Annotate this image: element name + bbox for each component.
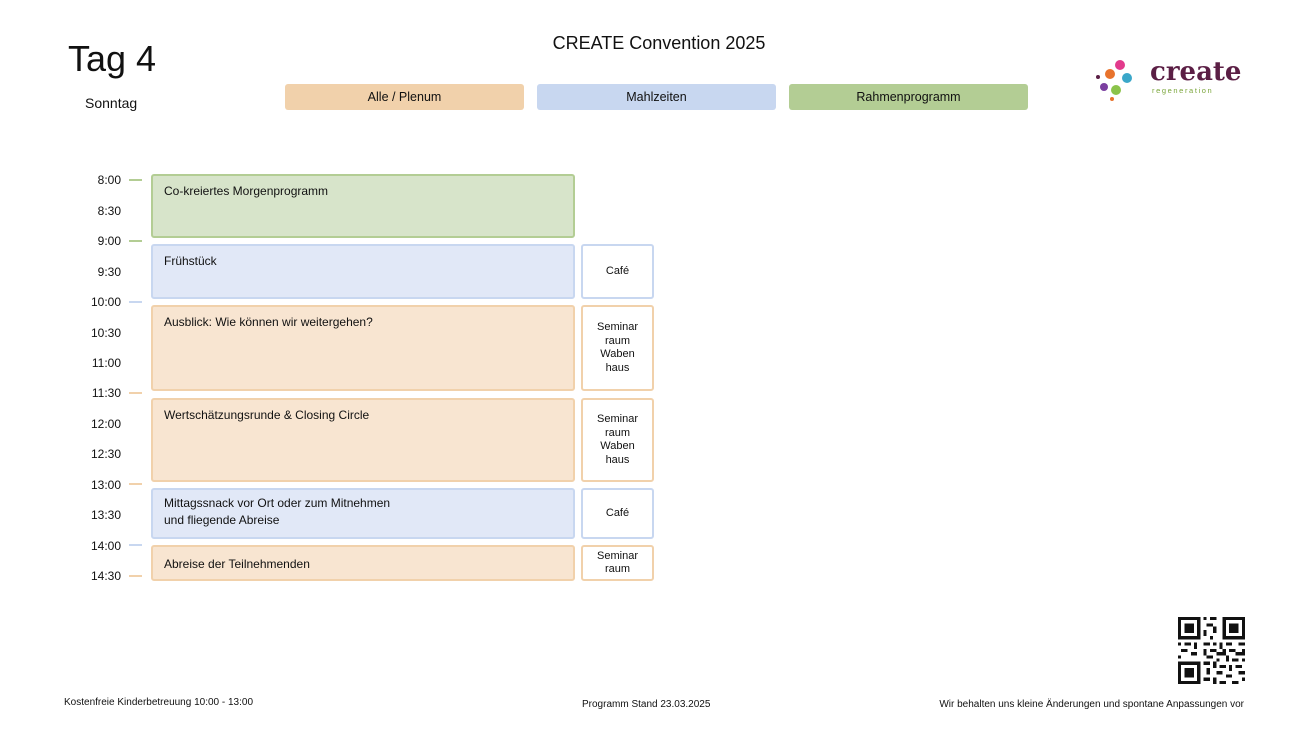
room-seminar-waben: Seminar raum Waben haus <box>581 305 654 391</box>
time-label: 12:00 <box>90 417 121 431</box>
day-name: Sonntag <box>85 95 138 111</box>
time-label: 13:00 <box>90 478 121 492</box>
convention-title: CREATE Convention 2025 <box>552 33 766 53</box>
room-label-line: haus <box>605 453 630 466</box>
event-morning-program[interactable]: Co-kreiertes Morgenprogramm <box>151 174 575 238</box>
room-label-line: Seminar <box>597 549 638 562</box>
event-title-line: und fliegende Abreise <box>164 513 280 527</box>
room-seminar-waben: Seminar raum Waben haus <box>581 398 654 482</box>
room-label-line: Waben <box>600 440 635 452</box>
footer-disclaimer: Wir behalten uns kleine Änderungen und s… <box>939 699 1244 710</box>
room-label: Café <box>605 506 630 519</box>
event-title-line: Mittagssnack vor Ort oder zum Mitnehmen <box>164 496 391 510</box>
legend-plenum: Alle / Plenum <box>285 84 524 110</box>
time-tick <box>129 483 142 485</box>
event-departure[interactable]: Abreise der Teilnehmenden <box>151 545 575 581</box>
qr-code[interactable] <box>1178 617 1245 684</box>
room-label-line: Seminar <box>597 413 638 425</box>
logo-wordmark: create <box>1150 57 1242 87</box>
time-tick <box>129 301 142 303</box>
room-label-line: raum <box>604 334 631 347</box>
room-label: Café <box>605 264 630 277</box>
event-closing-circle[interactable]: Wertschätzungsrunde & Closing Circle <box>151 398 575 482</box>
time-tick <box>129 179 142 181</box>
footer-program-date: Programm Stand 23.03.2025 <box>582 699 711 710</box>
time-label: 8:00 <box>97 173 121 187</box>
room-label-line: Seminar <box>597 321 638 333</box>
time-label: 9:00 <box>97 234 121 248</box>
time-tick <box>129 544 142 546</box>
time-label: 14:00 <box>90 539 121 553</box>
event-breakfast[interactable]: Frühstück <box>151 244 575 299</box>
room-label-line: raum <box>604 426 631 439</box>
time-label: 10:30 <box>90 326 121 340</box>
time-tick <box>129 240 142 242</box>
event-title: Wertschätzungsrunde & Closing Circle <box>164 408 370 422</box>
event-lunch-snack[interactable]: Mittagssnack vor Ort oder zum Mitnehmen … <box>151 488 575 539</box>
legend-meals: Mahlzeiten <box>537 84 776 110</box>
time-tick <box>129 392 142 394</box>
room-label-line: Waben <box>600 348 635 360</box>
footer-childcare-note: Kostenfreie Kinderbetreuung 10:00 - 13:0… <box>64 697 254 708</box>
time-label: 11:30 <box>91 386 121 400</box>
event-title: Abreise der Teilnehmenden <box>164 557 310 571</box>
time-label: 11:00 <box>91 356 121 370</box>
time-tick <box>129 575 142 577</box>
room-label-line: raum <box>604 563 631 575</box>
time-label: 9:30 <box>97 265 121 279</box>
time-label: 14:30 <box>90 569 121 583</box>
time-label: 12:30 <box>90 447 121 461</box>
time-label: 10:00 <box>90 295 121 309</box>
room-label-line: haus <box>605 361 630 374</box>
room-cafe: Café <box>581 244 654 299</box>
event-outlook[interactable]: Ausblick: Wie können wir weitergehen? <box>151 305 575 391</box>
time-label: 13:30 <box>90 508 121 522</box>
event-title: Co-kreiertes Morgenprogramm <box>164 184 329 198</box>
legend-frame: Rahmenprogramm <box>789 84 1028 110</box>
event-title: Frühstück <box>164 254 217 268</box>
logo-tagline: regeneration <box>1152 86 1214 95</box>
time-label: 8:30 <box>97 204 121 218</box>
event-title: Ausblick: Wie können wir weitergehen? <box>164 315 373 329</box>
room-seminar: Seminar raum <box>581 545 654 581</box>
room-cafe: Café <box>581 488 654 539</box>
